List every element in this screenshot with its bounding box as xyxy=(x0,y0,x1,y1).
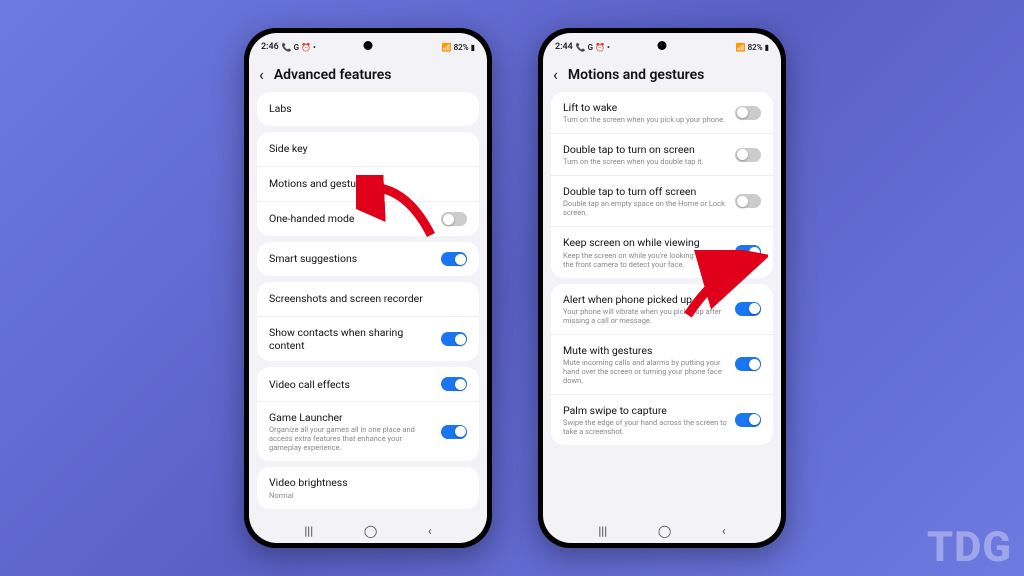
settings-card: Alert when phone picked upYour phone wil… xyxy=(551,284,773,445)
row-title: Show contacts when sharing content xyxy=(269,326,435,352)
toggle-switch[interactable] xyxy=(441,377,467,391)
row-subtitle: Swipe the edge of your hand across the s… xyxy=(563,418,729,436)
settings-row[interactable]: Double tap to turn off screenDouble tap … xyxy=(551,175,773,226)
settings-row[interactable]: Video brightness Normal xyxy=(257,467,479,508)
page-title: Motions and gestures xyxy=(568,67,705,83)
toggle-switch[interactable] xyxy=(735,106,761,120)
row-subtitle: Normal xyxy=(269,491,461,500)
row-title: Double tap to turn off screen xyxy=(563,185,729,198)
row-title: Palm swipe to capture xyxy=(563,404,729,417)
toggle-switch[interactable] xyxy=(735,413,761,427)
battery-text: 82% xyxy=(454,43,469,52)
row-title: Smart suggestions xyxy=(269,252,435,265)
row-subtitle: Turn on the screen when you double tap i… xyxy=(563,157,729,166)
settings-card: Screenshots and screen recorder Show cont… xyxy=(257,282,479,361)
settings-card: Labs xyxy=(257,92,479,126)
settings-list-left[interactable]: Labs Side key Motions and gestures One-hand… xyxy=(249,92,487,519)
signal-icon: 📶 xyxy=(736,43,746,52)
toggle-switch[interactable] xyxy=(441,212,467,226)
settings-row[interactable]: Lift to wakeTurn on the screen when you … xyxy=(551,92,773,133)
settings-row[interactable]: Show contacts when sharing content xyxy=(257,316,479,361)
settings-row[interactable]: Video call effects xyxy=(257,367,479,401)
toggle-switch[interactable] xyxy=(735,194,761,208)
row-title: Mute with gestures xyxy=(563,344,729,357)
toggle-switch[interactable] xyxy=(735,357,761,371)
status-time: 2:44 xyxy=(555,42,573,52)
row-title: Video call effects xyxy=(269,378,435,391)
settings-row[interactable]: Mute with gesturesMute incoming calls an… xyxy=(551,334,773,394)
settings-list-right[interactable]: Lift to wakeTurn on the screen when you … xyxy=(543,92,781,519)
row-title: Motions and gestures xyxy=(269,177,461,190)
screen-left: 2:46 📞 G ⏰ • 📶 82% ▮ ‹ Advanced features… xyxy=(249,33,487,543)
row-subtitle: Double tap an empty space on the Home or… xyxy=(563,199,729,217)
back-icon[interactable]: ‹ xyxy=(259,65,264,84)
row-title: One-handed mode xyxy=(269,212,435,225)
signal-icon: 📶 xyxy=(442,43,452,52)
settings-row[interactable]: Labs xyxy=(257,92,479,126)
row-title: Game Launcher xyxy=(269,411,435,424)
nav-home-icon[interactable]: ◯ xyxy=(364,524,377,538)
row-subtitle: Mute incoming calls and alarms by puttin… xyxy=(563,358,729,385)
status-icons: 📞 G ⏰ • xyxy=(282,43,316,52)
row-title: Alert when phone picked up xyxy=(563,293,729,306)
toggle-switch[interactable] xyxy=(441,252,467,266)
row-title: Lift to wake xyxy=(563,101,729,114)
nav-bar: ||| ◯ ‹ xyxy=(249,519,487,543)
row-subtitle: Keep the screen on while you're looking … xyxy=(563,251,729,269)
settings-card: Video brightness Normal xyxy=(257,467,479,508)
row-title: Double tap to turn on screen xyxy=(563,143,729,156)
settings-row[interactable]: Game LauncherOrganize all your games all… xyxy=(257,401,479,461)
row-subtitle: Turn on the screen when you pick up your… xyxy=(563,115,729,124)
page-header: ‹ Motions and gestures xyxy=(543,57,781,92)
status-time: 2:46 xyxy=(261,42,279,52)
settings-row[interactable]: Motions and gestures xyxy=(257,166,479,201)
nav-back-icon[interactable]: ‹ xyxy=(428,524,432,538)
settings-row[interactable]: Side key xyxy=(257,132,479,166)
row-title: Screenshots and screen recorder xyxy=(269,292,461,305)
settings-row[interactable]: Palm swipe to captureSwipe the edge of y… xyxy=(551,394,773,445)
page-header: ‹ Advanced features xyxy=(249,57,487,92)
settings-row[interactable]: Smart suggestions xyxy=(257,242,479,276)
nav-recents-icon[interactable]: ||| xyxy=(598,524,607,538)
nav-bar: ||| ◯ ‹ xyxy=(543,519,781,543)
settings-row[interactable]: One-handed mode xyxy=(257,201,479,236)
row-title: Keep screen on while viewing xyxy=(563,236,729,249)
toggle-switch[interactable] xyxy=(735,302,761,316)
settings-card: Video call effects Game LauncherOrganize … xyxy=(257,367,479,461)
nav-home-icon[interactable]: ◯ xyxy=(658,524,671,538)
battery-text: 82% xyxy=(748,43,763,52)
phone-mockup-left: 2:46 📞 G ⏰ • 📶 82% ▮ ‹ Advanced features… xyxy=(244,28,492,548)
toggle-switch[interactable] xyxy=(735,245,761,259)
toggle-switch[interactable] xyxy=(441,425,467,439)
status-icons: 📞 G ⏰ • xyxy=(576,43,610,52)
settings-row[interactable]: Screenshots and screen recorder xyxy=(257,282,479,316)
nav-recents-icon[interactable]: ||| xyxy=(304,524,313,538)
row-subtitle: Your phone will vibrate when you pick it… xyxy=(563,307,729,325)
settings-card: Side key Motions and gestures One-handed m… xyxy=(257,132,479,236)
settings-card: Lift to wakeTurn on the screen when you … xyxy=(551,92,773,278)
camera-cutout xyxy=(658,41,667,50)
settings-row[interactable]: Alert when phone picked upYour phone wil… xyxy=(551,284,773,334)
camera-cutout xyxy=(364,41,373,50)
back-icon[interactable]: ‹ xyxy=(553,65,558,84)
toggle-switch[interactable] xyxy=(441,332,467,346)
toggle-switch[interactable] xyxy=(735,148,761,162)
nav-back-icon[interactable]: ‹ xyxy=(722,524,726,538)
settings-row[interactable]: Keep screen on while viewing Keep the scr… xyxy=(551,226,773,277)
phone-mockup-right: 2:44 📞 G ⏰ • 📶 82% ▮ ‹ Motions and gestu… xyxy=(538,28,786,548)
row-subtitle: Organize all your games all in one place… xyxy=(269,425,435,452)
row-title: Video brightness xyxy=(269,476,461,489)
screen-right: 2:44 📞 G ⏰ • 📶 82% ▮ ‹ Motions and gestu… xyxy=(543,33,781,543)
settings-card: Smart suggestions xyxy=(257,242,479,276)
battery-icon: ▮ xyxy=(765,43,769,52)
battery-icon: ▮ xyxy=(471,43,475,52)
watermark: TDG xyxy=(927,523,1012,572)
row-title: Labs xyxy=(269,102,461,115)
row-title: Side key xyxy=(269,142,461,155)
settings-row[interactable]: Double tap to turn on screenTurn on the … xyxy=(551,133,773,175)
page-title: Advanced features xyxy=(274,67,392,83)
